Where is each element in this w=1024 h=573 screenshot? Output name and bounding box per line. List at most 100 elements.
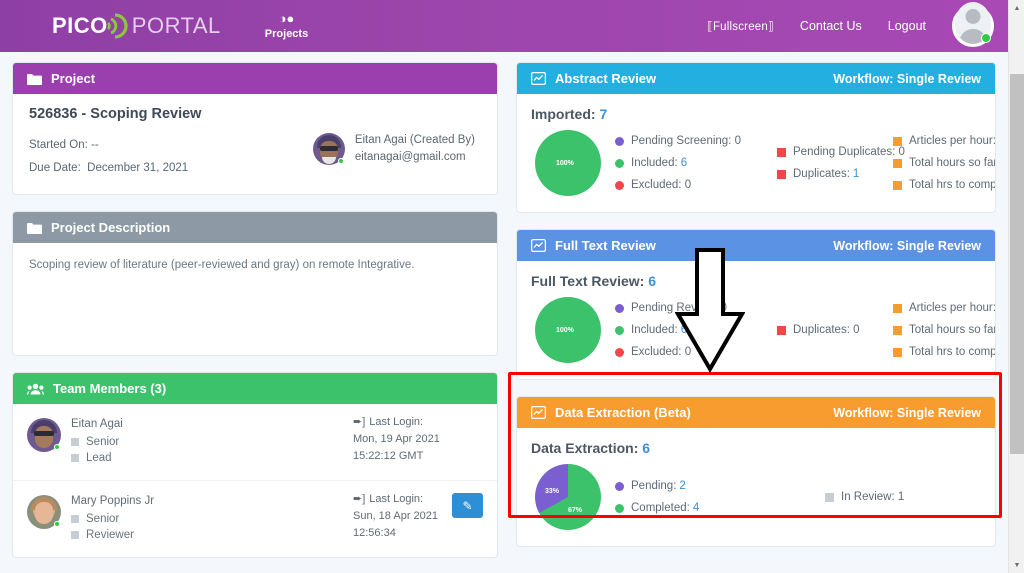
legend-square-icon bbox=[893, 180, 902, 190]
legend-item: Completed: 4 bbox=[615, 497, 825, 519]
chart-line-icon bbox=[531, 406, 546, 419]
legend-label: Articles per hour: 0 bbox=[909, 302, 996, 314]
online-status-dot bbox=[54, 521, 60, 527]
legend-item: In Review: 1 bbox=[825, 486, 904, 508]
online-status-dot bbox=[981, 33, 991, 43]
legend-item: Pending Screening: 0 bbox=[615, 130, 777, 152]
legend-label: Total hours so far: 0.0 bbox=[909, 157, 995, 169]
due-date-value: December 31, 2021 bbox=[87, 162, 189, 174]
legend-value: 6 bbox=[680, 157, 688, 169]
page-content: Project 526836 - Scoping Review Started … bbox=[0, 52, 1008, 573]
full-text-review-legend: Pending Review: 0 Included: 6 Excluded: 0… bbox=[615, 297, 996, 363]
abstract-review-body: Imported: 7 100% Pending Screening: 0 In… bbox=[517, 94, 995, 212]
data-extraction-card: Data Extraction (Beta) Workflow: Single … bbox=[516, 396, 996, 547]
team-member-row[interactable]: Eitan Agai Senior Lead ➨] Last Login: Mon… bbox=[13, 404, 497, 481]
fullscreen-label: Fullscreen bbox=[712, 21, 769, 33]
member-role: Reviewer bbox=[71, 527, 216, 543]
scrollbar-thumb[interactable] bbox=[1010, 74, 1024, 454]
data-extraction-header: Data Extraction (Beta) Workflow: Single … bbox=[517, 397, 995, 428]
project-description-header: Project Description bbox=[13, 212, 497, 243]
member-last-login-text: Last Login: Mon, 19 Apr 2021 15:22:12 GM… bbox=[353, 416, 440, 462]
data-extraction-title: Data Extraction (Beta) bbox=[555, 405, 691, 420]
legend-square-icon bbox=[893, 158, 902, 168]
legend-item: Included: 6 bbox=[615, 319, 777, 341]
legend-dot-icon bbox=[615, 303, 624, 313]
abstract-review-stats: 100% Pending Screening: 0 Included: 6 Exc… bbox=[531, 128, 995, 198]
member-info: Eitan Agai Senior Lead bbox=[71, 418, 216, 466]
contact-us-link[interactable]: Contact Us bbox=[800, 19, 862, 33]
project-description-card: Project Description Scoping review of li… bbox=[12, 211, 498, 356]
fullscreen-button[interactable]: ⟦Fullscreen⟧ bbox=[707, 19, 774, 33]
legend-column-1: Pending: 2 Completed: 4 bbox=[615, 475, 825, 519]
legend-dot-icon bbox=[615, 180, 624, 190]
legend-dot-icon bbox=[615, 347, 624, 357]
project-description-text: Scoping review of literature (peer-revie… bbox=[29, 259, 415, 271]
legend-value: 4 bbox=[692, 502, 700, 514]
top-navigation-bar: PICO PORTAL ◑● Projects ⟦Fullscreen⟧ Con… bbox=[0, 0, 1008, 52]
legend-item: Total hours so far: 0.0 bbox=[893, 152, 995, 174]
brand-portal-text: PORTAL bbox=[131, 13, 221, 38]
legend-item: Excluded: 0 bbox=[615, 341, 777, 363]
legend-item: Articles per hour: 0 bbox=[893, 130, 996, 152]
legend-label: Articles per hour: 0 bbox=[909, 135, 996, 147]
full-text-total-label: Full Text Review: bbox=[531, 273, 645, 289]
legend-label: Completed: bbox=[631, 502, 690, 514]
legend-label: Excluded: 0 bbox=[631, 179, 692, 191]
sign-in-icon: ➨] bbox=[353, 416, 366, 428]
scroll-down-arrow-icon[interactable]: ▼ bbox=[1009, 557, 1024, 573]
online-status-dot bbox=[54, 444, 60, 450]
logout-link[interactable]: Logout bbox=[888, 19, 926, 33]
full-text-review-card: Full Text Review Workflow: Single Review… bbox=[516, 229, 996, 380]
team-members-title: Team Members (3) bbox=[53, 381, 167, 396]
abstract-review-total: Imported: 7 bbox=[531, 106, 981, 122]
avatar-face bbox=[35, 502, 53, 524]
legend-item: Pending Duplicates: 0 bbox=[777, 141, 905, 163]
sign-in-icon: ➨] bbox=[353, 493, 366, 505]
avatar-face bbox=[35, 426, 53, 448]
brand-logo[interactable]: PICO PORTAL bbox=[52, 13, 221, 39]
legend-label: Total hours so far: 0.0 bbox=[909, 324, 995, 336]
owner-text: Eitan Agai (Created By) eitanagai@gmail.… bbox=[355, 132, 475, 166]
team-members-card: Team Members (3) Eitan Agai Senior Lead … bbox=[12, 372, 498, 558]
member-info: Mary Poppins Jr Senior Reviewer bbox=[71, 495, 216, 543]
chart-line-icon bbox=[531, 239, 546, 252]
users-icon bbox=[27, 383, 44, 395]
team-member-row[interactable]: Mary Poppins Jr Senior Reviewer ➨] Last L… bbox=[13, 481, 497, 557]
legend-dot-icon bbox=[615, 481, 624, 491]
legend-value: 2 bbox=[679, 480, 686, 492]
legend-label: Total hrs to completion: 0.0 bbox=[909, 346, 996, 358]
nav-item-projects[interactable]: ◑● Projects bbox=[265, 12, 308, 41]
data-extraction-stats: 33% 67% Pending: 2 Completed: 4 In Review:… bbox=[531, 462, 981, 532]
legend-item: Duplicates: 1 bbox=[777, 163, 893, 185]
member-name: Eitan Agai bbox=[71, 418, 123, 430]
edit-member-button[interactable]: ✎ bbox=[452, 493, 483, 518]
abstract-total-value: 7 bbox=[599, 106, 608, 122]
edit-icon: ✎ bbox=[462, 498, 473, 513]
avatar-head bbox=[965, 9, 981, 24]
project-description-title: Project Description bbox=[51, 220, 171, 235]
member-role-label: Reviewer bbox=[86, 529, 134, 541]
member-role: Senior bbox=[71, 511, 216, 527]
avatar-glasses bbox=[34, 431, 54, 436]
legend-label: Included: bbox=[631, 324, 678, 336]
legend-square-icon bbox=[893, 303, 902, 313]
data-extraction-pie-chart: 33% 67% bbox=[535, 464, 601, 530]
scroll-up-arrow-icon[interactable]: ▲ bbox=[1009, 0, 1024, 16]
user-avatar-button[interactable] bbox=[952, 2, 994, 47]
right-column: Abstract Review Workflow: Single Review … bbox=[516, 62, 996, 563]
full-text-review-stats: 100% Pending Review: 0 Included: 6 Exclud… bbox=[531, 295, 995, 365]
member-last-login: ➨] Last Login: Sun, 18 Apr 2021 12:56:34 bbox=[353, 491, 445, 542]
legend-label: Pending Review: 0 bbox=[631, 302, 727, 314]
folder-icon bbox=[27, 222, 42, 234]
chart-line-icon bbox=[531, 72, 546, 85]
abstract-review-legend: Pending Screening: 0 Included: 6 Excluded… bbox=[615, 130, 996, 196]
full-text-review-workflow: Workflow: Single Review bbox=[833, 238, 981, 253]
member-last-login: ➨] Last Login: Mon, 19 Apr 2021 15:22:12 … bbox=[353, 414, 445, 465]
vertical-scrollbar[interactable]: ▲ ▼ bbox=[1008, 0, 1024, 573]
legend-label: In Review: 1 bbox=[841, 491, 905, 503]
folder-icon bbox=[27, 73, 42, 85]
pie-slice-label-completed: 67% bbox=[568, 507, 583, 514]
legend-square-icon bbox=[777, 325, 786, 335]
legend-dot-icon bbox=[615, 325, 624, 335]
bullet-square-icon bbox=[71, 454, 79, 462]
